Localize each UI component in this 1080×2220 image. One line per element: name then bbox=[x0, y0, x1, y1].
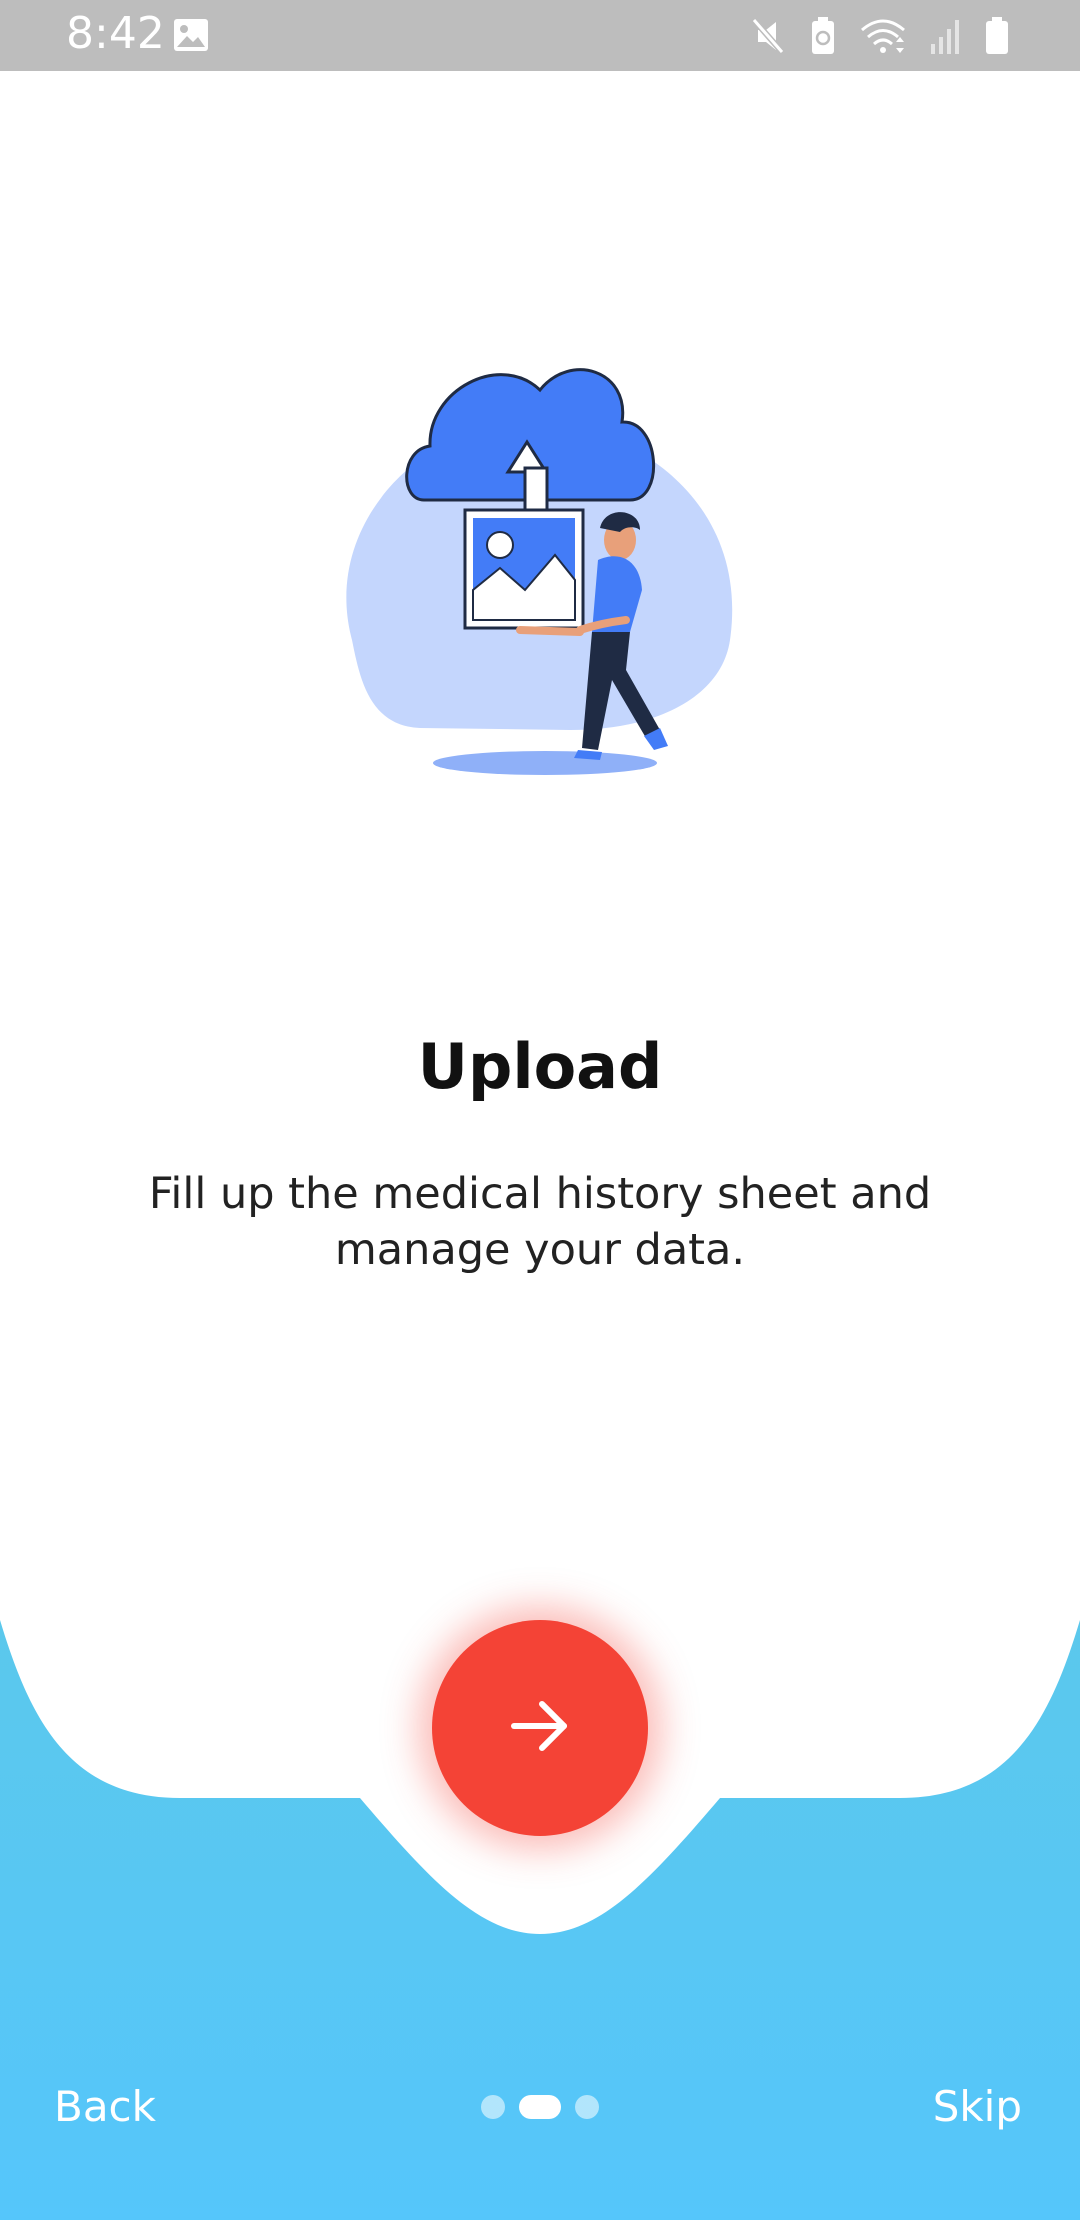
page-title: Upload bbox=[417, 1030, 663, 1103]
page-dot-3 bbox=[575, 2095, 599, 2119]
status-icons bbox=[750, 12, 1010, 60]
next-button[interactable] bbox=[432, 1620, 648, 1836]
onboarding-illustration bbox=[330, 350, 750, 790]
status-bar: 8:42 bbox=[0, 0, 1080, 71]
arrow-right-icon bbox=[508, 1694, 572, 1763]
battery-saver-icon bbox=[810, 16, 836, 56]
page-dot-2-active bbox=[519, 2095, 561, 2119]
page-dot-1 bbox=[481, 2095, 505, 2119]
status-time: 8:42 bbox=[66, 8, 165, 59]
mute-icon bbox=[750, 16, 786, 56]
signal-icon bbox=[930, 16, 960, 56]
skip-button[interactable]: Skip bbox=[933, 2082, 1022, 2131]
battery-icon bbox=[984, 16, 1010, 56]
wifi-icon bbox=[860, 16, 906, 56]
gallery-icon bbox=[172, 16, 210, 59]
page-description: Fill up the medical history sheet and ma… bbox=[148, 1169, 932, 1275]
page-indicator bbox=[0, 2095, 1080, 2119]
